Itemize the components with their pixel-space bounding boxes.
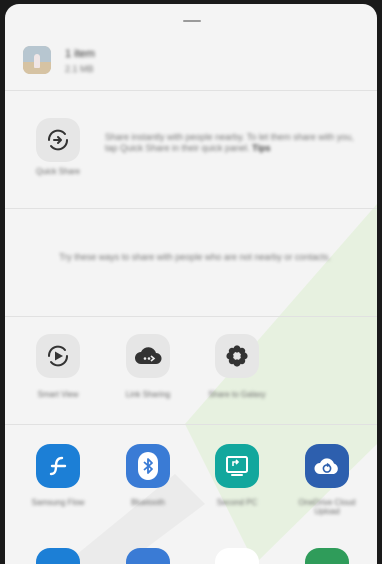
- samsung-flow-icon: [49, 456, 67, 476]
- divider: [5, 316, 377, 317]
- share-sheet: 1 item 2.1 MB Quick Share Share instantl…: [5, 4, 377, 564]
- samsung-flow-button[interactable]: [36, 444, 80, 488]
- quick-share-icon: [47, 129, 69, 151]
- quick-share-label: Quick Share: [35, 167, 81, 176]
- app-button[interactable]: [215, 548, 259, 564]
- second-pc-button[interactable]: [215, 444, 259, 488]
- divider: [5, 208, 377, 209]
- shared-item-thumbnail: [23, 46, 51, 74]
- link-sharing-label: Link Sharing: [125, 390, 171, 399]
- app-button[interactable]: [305, 548, 349, 564]
- bluetooth-icon: [143, 458, 153, 474]
- app-button[interactable]: [36, 548, 80, 564]
- samsung-flow-label: Samsung Flow: [31, 498, 85, 507]
- smart-view-icon: [47, 345, 69, 367]
- bluetooth-button[interactable]: [126, 444, 170, 488]
- link-sharing-button[interactable]: [126, 334, 170, 378]
- item-size: 2.1 MB: [65, 64, 94, 74]
- cloud-link-icon: [135, 347, 162, 364]
- drag-handle[interactable]: [183, 20, 201, 22]
- divider: [5, 90, 377, 91]
- share-to-galaxy-label: Share to Galaxy: [208, 390, 266, 399]
- smart-view-label: Smart View: [37, 390, 79, 399]
- second-screen-icon: [226, 456, 248, 476]
- bluetooth-badge: [138, 452, 158, 480]
- share-to-galaxy-button[interactable]: [215, 334, 259, 378]
- tips-link[interactable]: Tips: [252, 143, 270, 153]
- quick-share-button[interactable]: [36, 118, 80, 162]
- flower-icon: [226, 345, 248, 367]
- smart-view-button[interactable]: [36, 334, 80, 378]
- bluetooth-label: Bluetooth: [131, 498, 165, 507]
- share-hint: Try these ways to share with people who …: [59, 252, 331, 262]
- quick-share-description: Share instantly with people nearby. To l…: [105, 132, 355, 154]
- cloud-upload-button[interactable]: [305, 444, 349, 488]
- second-pc-label: Second PC: [216, 498, 258, 507]
- cloud-upload-label: OneDrive Cloud Upload: [298, 498, 356, 516]
- app-button[interactable]: [126, 548, 170, 564]
- cloud-sync-icon: [314, 458, 338, 474]
- item-count: 1 item: [65, 48, 95, 60]
- divider: [5, 424, 377, 425]
- quick-share-description-text: Share instantly with people nearby. To l…: [105, 132, 354, 153]
